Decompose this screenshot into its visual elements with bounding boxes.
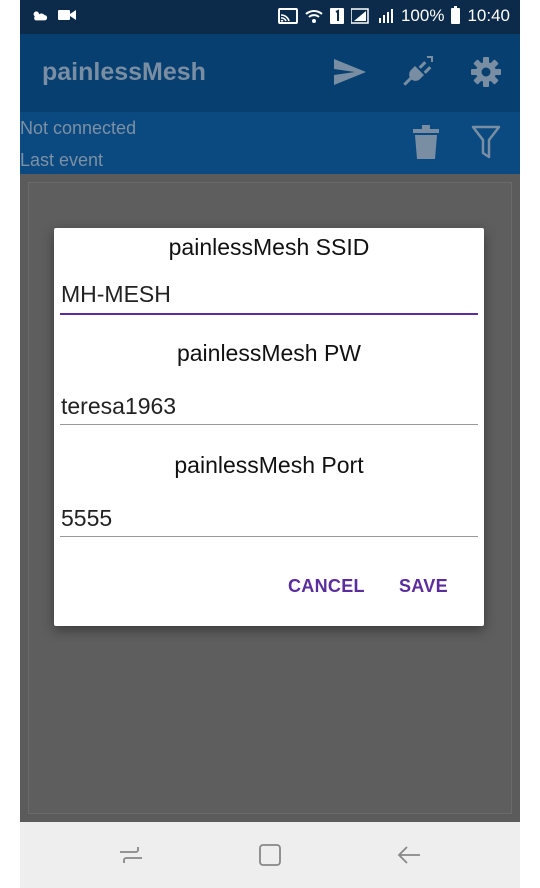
video-icon bbox=[58, 10, 76, 20]
filter-button[interactable] bbox=[468, 124, 504, 160]
home-button[interactable] bbox=[255, 840, 285, 870]
settings-button[interactable] bbox=[468, 54, 504, 90]
ssid-input[interactable] bbox=[60, 274, 478, 314]
password-label: painlessMesh PW bbox=[176, 340, 362, 366]
password-input[interactable] bbox=[60, 386, 478, 426]
plug-icon bbox=[403, 56, 433, 86]
ssid-label: painlessMesh SSID bbox=[168, 234, 370, 260]
port-input[interactable] bbox=[60, 498, 478, 538]
cast-icon bbox=[277, 8, 298, 24]
trash-icon bbox=[413, 125, 439, 159]
mesh-settings-dialog: painlessMesh SSID painlessMesh PW painle… bbox=[54, 228, 484, 626]
home-icon bbox=[259, 844, 281, 866]
recents-icon bbox=[120, 847, 142, 863]
filter-icon bbox=[471, 125, 501, 159]
battery-icon bbox=[451, 6, 461, 24]
clock: 10:40 bbox=[467, 6, 510, 25]
send-button[interactable] bbox=[332, 54, 368, 90]
connection-status: Not connected bbox=[20, 118, 137, 138]
back-button[interactable] bbox=[394, 840, 424, 870]
battery-percent: 100% bbox=[400, 6, 445, 25]
signal-icon bbox=[350, 8, 369, 24]
app-title: painlessMesh bbox=[42, 58, 206, 86]
port-label: painlessMesh Port bbox=[174, 452, 364, 478]
weather-icon bbox=[33, 11, 48, 21]
sim-1-icon bbox=[329, 8, 344, 24]
status-bar: 100% 10:40 bbox=[20, 0, 520, 34]
ssid-underline bbox=[60, 313, 478, 315]
port-underline bbox=[60, 536, 478, 537]
password-underline bbox=[60, 424, 478, 425]
gear-icon bbox=[471, 57, 501, 87]
signal-bars-icon bbox=[378, 9, 393, 23]
app-bar: painlessMesh bbox=[20, 34, 520, 112]
connect-button[interactable] bbox=[400, 54, 436, 90]
navigation-bar bbox=[20, 822, 520, 888]
cancel-button[interactable]: CANCEL bbox=[288, 576, 365, 597]
clear-log-button[interactable] bbox=[408, 124, 444, 160]
send-icon bbox=[334, 59, 366, 85]
last-event: Last event bbox=[20, 150, 104, 170]
back-icon bbox=[397, 846, 420, 864]
wifi-icon bbox=[305, 10, 323, 23]
save-button[interactable]: SAVE bbox=[399, 576, 448, 597]
recents-button[interactable] bbox=[116, 840, 146, 870]
status-panel: Not connected Last event bbox=[20, 112, 520, 174]
